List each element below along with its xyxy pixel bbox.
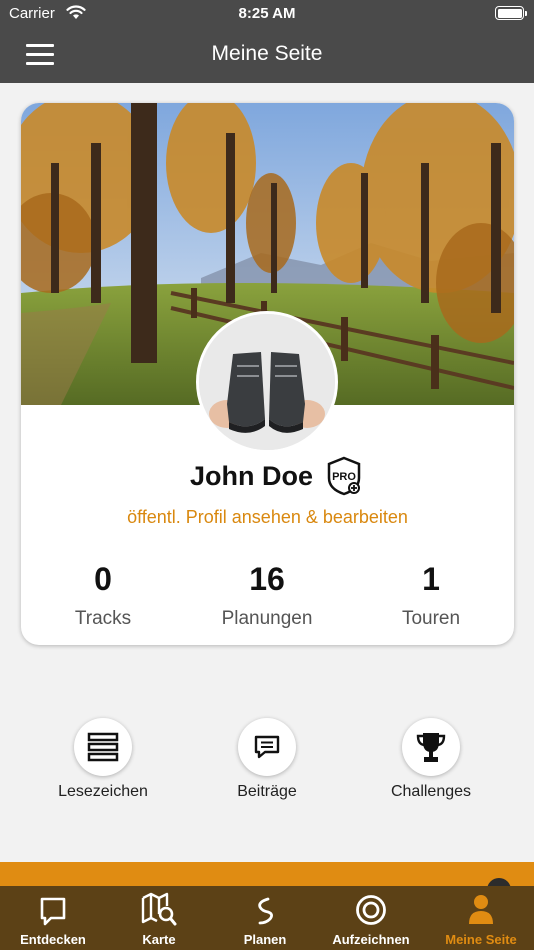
stat-value: 0 [94,561,112,597]
status-bar: Carrier 8:25 AM [0,0,534,28]
tab-karte[interactable]: Karte [106,886,212,950]
profile-stats: 0 Tracks 16 Planungen 1 Touren [21,559,514,639]
stat-label: Touren [401,608,461,629]
tab-label: Planen [243,932,287,947]
pro-badge-icon: PRO [325,456,363,496]
tab-bar: Entdecken Karte Planen Aufzeichnen Meine… [0,886,534,950]
nav-bar: Meine Seite [0,28,534,83]
posts-label: Beiträge [237,783,297,800]
tab-planen[interactable]: Planen [212,886,318,950]
pro-badge-text: PRO [332,471,356,483]
promo-banner[interactable] [0,862,534,888]
stat-label: Tracks [74,608,132,629]
bookmarks-list-icon[interactable] [74,718,132,776]
stat-label: Planungen [221,608,313,629]
challenges-button[interactable]: Challenges [349,718,513,801]
tab-aufzeichnen[interactable]: Aufzeichnen [318,886,424,950]
avatar[interactable] [196,311,338,453]
tab-entdecken[interactable]: Entdecken [0,886,106,950]
map-search-icon [106,886,212,926]
bookmarks-label: Lesezeichen [58,783,148,800]
status-time: 8:25 AM [238,5,296,22]
tab-label: Aufzeichnen [332,932,410,947]
bookmarks-button[interactable]: Lesezeichen [21,718,185,801]
trophy-icon[interactable] [402,718,460,776]
stat-value: 1 [422,561,440,597]
tab-label: Meine Seite [445,932,517,947]
stat-value: 16 [249,561,285,597]
tab-label: Entdecken [20,932,86,947]
speech-bubble-icon [0,886,106,926]
challenges-label: Challenges [390,783,472,800]
view-edit-profile-link[interactable]: öffentl. Profil ansehen & bearbeiten [21,507,514,528]
person-icon [428,886,534,926]
stat-planungen[interactable]: 16 Planungen [185,559,349,630]
route-icon [212,886,318,926]
user-row: John Doe PRO [21,456,514,496]
stat-touren[interactable]: 1 Touren [349,559,513,630]
tab-label: Karte [142,932,176,947]
record-icon [318,886,424,926]
profile-card: John Doe PRO öffentl. Profil ansehen & b… [21,103,514,645]
battery-icon [495,6,527,20]
page-title: Meine Seite [211,42,323,65]
tab-meine-seite[interactable]: Meine Seite [428,886,534,950]
user-name: John Doe [189,460,313,491]
posts-button[interactable]: Beiträge [185,718,349,801]
chat-bubble-icon[interactable] [238,718,296,776]
stat-tracks[interactable]: 0 Tracks [21,559,185,630]
